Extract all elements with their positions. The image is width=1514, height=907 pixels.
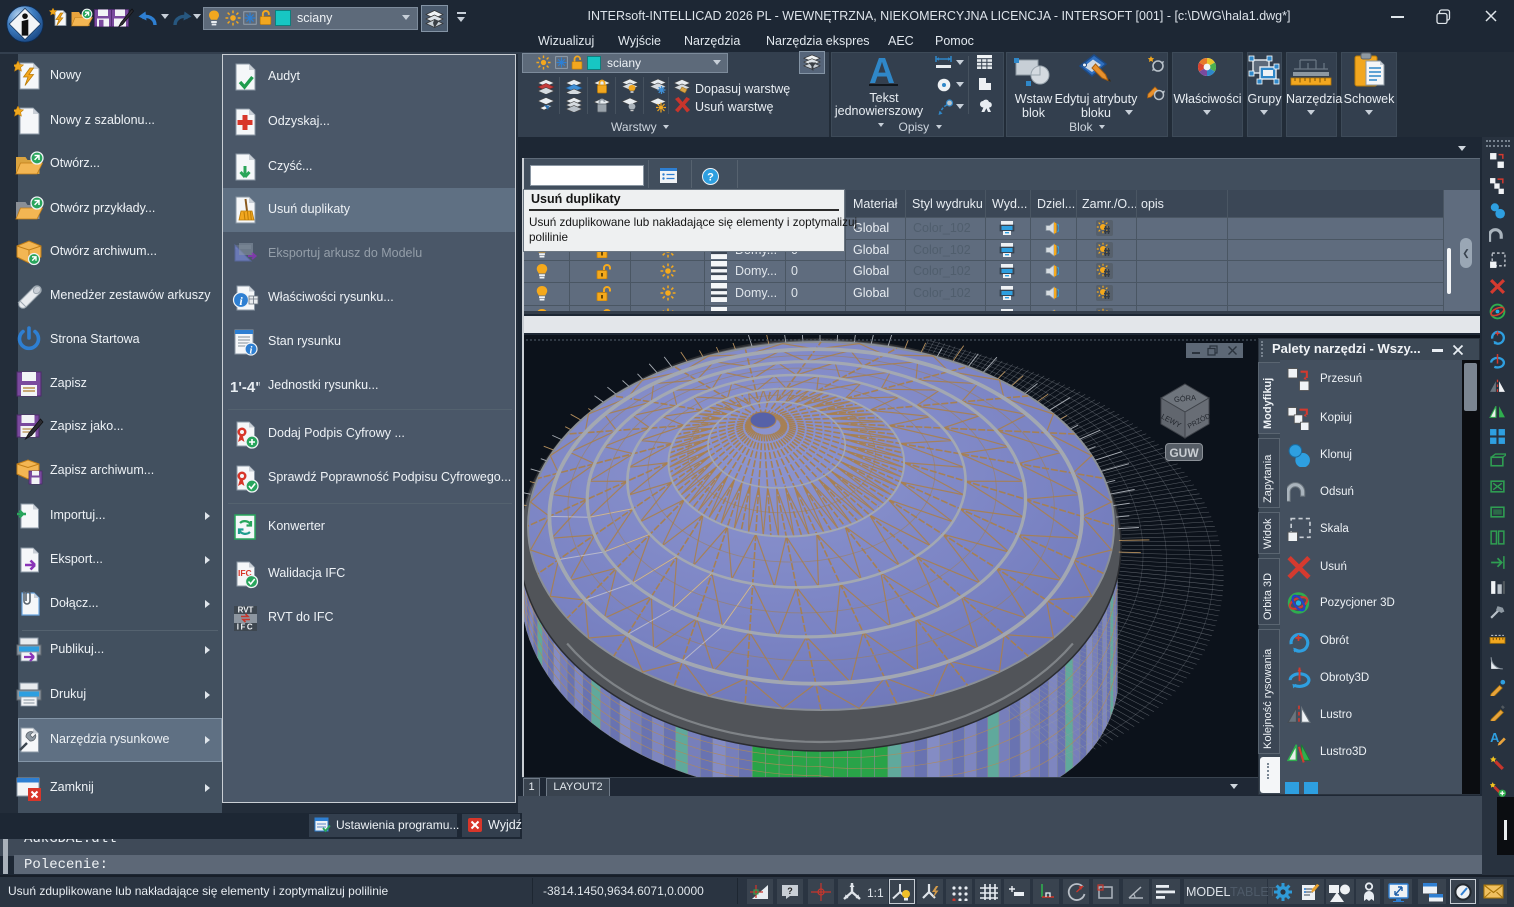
svg-text:RVT: RVT — [238, 606, 254, 615]
svg-text:?: ? — [787, 886, 793, 896]
svg-text:IFC: IFC — [237, 623, 254, 632]
svg-text:?: ? — [707, 172, 714, 184]
svg-text:A: A — [1490, 730, 1499, 745]
svg-text:1'-4": 1'-4" — [230, 379, 260, 396]
svg-text:i: i — [250, 346, 253, 357]
svg-text:GÓRA: GÓRA — [1174, 393, 1197, 404]
